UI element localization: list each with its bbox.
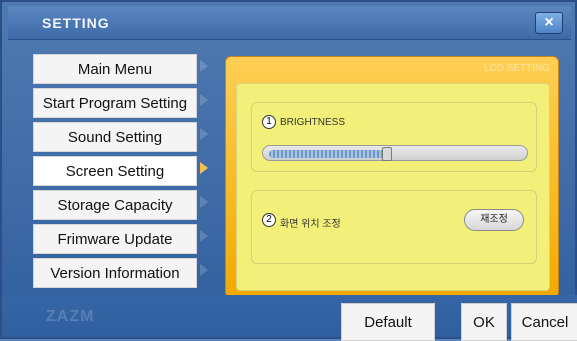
screen-position-section: 2 화면 위치 조정 재조정	[251, 190, 537, 264]
brightness-slider-fill	[269, 150, 388, 158]
title-bar: SETTING ×	[8, 6, 571, 40]
default-button[interactable]: Default	[341, 303, 435, 341]
menu-arrows	[200, 60, 216, 298]
chevron-right-icon	[200, 162, 208, 174]
screen-position-adjust-button[interactable]: 재조정	[464, 209, 524, 231]
menu-item-version-information[interactable]: Version Information	[33, 258, 197, 288]
cancel-button[interactable]: Cancel	[511, 303, 577, 341]
menu-item-main-menu[interactable]: Main Menu	[33, 54, 197, 84]
lcd-setting-panel: LCD SETTING 1 BRIGHTNESS 2 화면 위치 조정 재조정	[225, 56, 559, 298]
menu-item-firmware-update[interactable]: Frimware Update	[33, 224, 197, 254]
brightness-slider-thumb[interactable]	[382, 147, 393, 161]
step-number: 2	[262, 213, 276, 227]
panel-inner: 1 BRIGHTNESS 2 화면 위치 조정 재조정	[236, 83, 550, 291]
menu-item-start-program-setting[interactable]: Start Program Setting	[33, 88, 197, 118]
chevron-right-icon	[200, 128, 208, 140]
screen-position-label: 화면 위치 조정	[280, 219, 341, 230]
close-button[interactable]: ×	[535, 12, 563, 34]
chevron-right-icon	[200, 60, 208, 72]
brand-logo: ZAZM	[46, 308, 95, 325]
chevron-right-icon	[200, 230, 208, 242]
brightness-slider[interactable]	[262, 145, 528, 161]
step-number: 1	[262, 115, 276, 129]
ok-button[interactable]: OK	[461, 303, 507, 341]
menu-item-sound-setting[interactable]: Sound Setting	[33, 122, 197, 152]
menu-item-storage-capacity[interactable]: Storage Capacity	[33, 190, 197, 220]
settings-window: SETTING × Main Menu Start Program Settin…	[0, 0, 577, 341]
settings-menu: Main Menu Start Program Setting Sound Se…	[33, 54, 197, 292]
chevron-right-icon	[200, 196, 208, 208]
close-icon: ×	[544, 14, 554, 31]
menu-item-screen-setting[interactable]: Screen Setting	[33, 156, 197, 186]
brightness-label: BRIGHTNESS	[280, 117, 346, 128]
chevron-right-icon	[200, 264, 208, 276]
brightness-section: 1 BRIGHTNESS	[251, 102, 537, 172]
chevron-right-icon	[200, 94, 208, 106]
window-title: SETTING	[42, 15, 110, 31]
panel-title: LCD SETTING	[483, 63, 550, 74]
